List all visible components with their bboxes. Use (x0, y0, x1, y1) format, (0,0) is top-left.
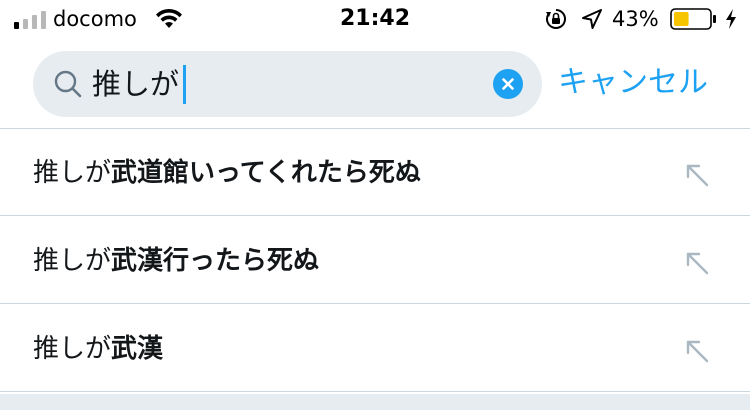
suggestion-prefix: 推しが (33, 158, 112, 188)
fill-query-arrow-icon[interactable] (683, 161, 711, 189)
charging-bolt-icon (726, 9, 736, 29)
suggestion-text: 推しが武漢 (33, 329, 163, 369)
text-cursor (183, 65, 186, 104)
suggestion-prefix: 推しが (33, 334, 112, 364)
clear-search-button[interactable] (493, 69, 523, 99)
suggestion-item[interactable]: 推しが武漢行ったら死ぬ (0, 217, 750, 304)
battery-level-fill (674, 12, 689, 26)
suggestion-item[interactable]: 推しが武道館いってくれたら死ぬ (0, 129, 750, 216)
search-icon (54, 70, 82, 98)
suggestion-completion: 武漢行ったら死ぬ (111, 246, 320, 276)
divider (0, 303, 750, 304)
divider (0, 391, 750, 392)
search-input[interactable]: 推しが (92, 64, 179, 104)
cancel-button[interactable]: キャンセル (558, 62, 708, 104)
fill-query-arrow-icon[interactable] (683, 337, 711, 365)
fill-query-arrow-icon[interactable] (683, 249, 711, 277)
status-bar: docomo 21:42 43% (0, 0, 750, 40)
location-arrow-icon (582, 9, 602, 29)
list-footer (0, 394, 750, 410)
suggestion-item[interactable]: 推しが武漢 (0, 305, 750, 392)
orientation-lock-icon (546, 9, 566, 29)
divider (0, 215, 750, 216)
clear-icon (502, 78, 514, 90)
battery-percent: 43% (612, 7, 659, 31)
suggestion-prefix: 推しが (33, 246, 112, 276)
battery-icon (670, 8, 716, 30)
suggestion-completion: 武道館いってくれたら死ぬ (111, 158, 421, 188)
suggestion-completion: 武漢 (111, 334, 164, 364)
suggestion-text: 推しが武道館いってくれたら死ぬ (33, 153, 421, 193)
search-field[interactable]: 推しが (33, 51, 542, 117)
suggestion-text: 推しが武漢行ったら死ぬ (33, 241, 319, 281)
